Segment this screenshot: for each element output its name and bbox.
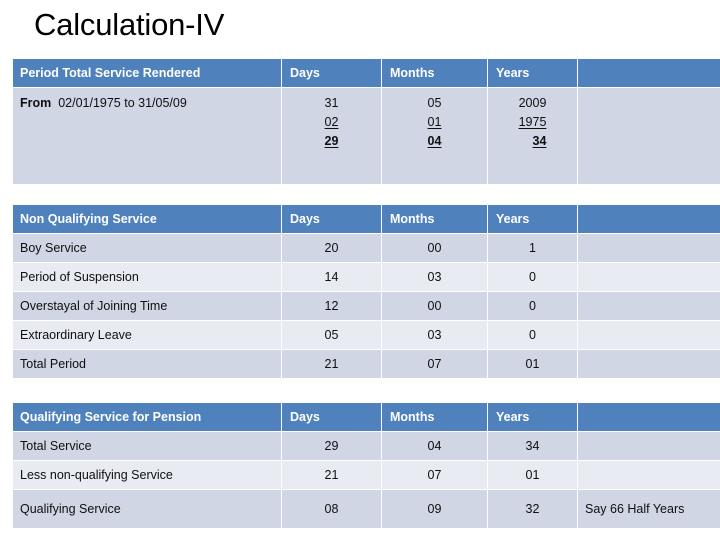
period-months-cell: 05 01 04: [382, 88, 487, 184]
period-months-stack: 05 01 04: [389, 88, 480, 151]
period-days-line2: 02: [324, 115, 339, 129]
row-days: 29: [282, 432, 381, 460]
row-years: 0: [488, 263, 577, 291]
table-row: Extraordinary Leave 05 03 0: [13, 321, 720, 349]
table-row: Total Service 29 04 34: [13, 432, 720, 460]
row-note: Say 66 Half Years: [578, 490, 720, 528]
header-days: Days: [282, 59, 381, 87]
row-months: 07: [382, 461, 487, 489]
header-qualifying-label: Qualifying Service for Pension: [13, 403, 281, 431]
period-years-line3: 34: [532, 134, 547, 148]
header-months: Months: [382, 403, 487, 431]
header-years: Years: [488, 403, 577, 431]
row-note: [578, 461, 720, 489]
row-days: 21: [282, 461, 381, 489]
table-header-row: Period Total Service Rendered Days Month…: [13, 59, 720, 87]
row-label: Extraordinary Leave: [13, 321, 281, 349]
row-years: 01: [488, 461, 577, 489]
row-years: 01: [488, 350, 577, 378]
header-years: Years: [488, 59, 577, 87]
table-header-row: Qualifying Service for Pension Days Mont…: [13, 403, 720, 431]
period-months-line2: 01: [427, 115, 442, 129]
table-row: Period of Suspension 14 03 0: [13, 263, 720, 291]
row-months: 07: [382, 350, 487, 378]
row-days: 08: [282, 490, 381, 528]
row-days: 05: [282, 321, 381, 349]
row-label: Total Period: [13, 350, 281, 378]
header-note: [578, 59, 720, 87]
table-period-total-service: Period Total Service Rendered Days Month…: [12, 58, 720, 185]
row-months: 03: [382, 263, 487, 291]
period-months-line3: 04: [427, 134, 442, 148]
table-row: Qualifying Service 08 09 32 Say 66 Half …: [13, 490, 720, 528]
row-months: 00: [382, 292, 487, 320]
row-days: 21: [282, 350, 381, 378]
header-note: [578, 403, 720, 431]
header-days: Days: [282, 403, 381, 431]
period-lead-label: From: [20, 96, 52, 110]
table-header-row: Non Qualifying Service Days Months Years: [13, 205, 720, 233]
row-note: [578, 350, 720, 378]
period-years-cell: 2009 1975 34: [488, 88, 577, 184]
period-months-line1: 05: [427, 96, 442, 110]
row-years: 0: [488, 292, 577, 320]
table-row: Total Period 21 07 01: [13, 350, 720, 378]
slide-canvas: Calculation-IV Period Total Service Rend…: [0, 0, 720, 540]
row-months: 09: [382, 490, 487, 528]
period-days-line3: 29: [324, 134, 339, 148]
row-label: Boy Service: [13, 234, 281, 262]
row-days: 20: [282, 234, 381, 262]
row-months: 00: [382, 234, 487, 262]
header-months: Months: [382, 205, 487, 233]
row-years: 32: [488, 490, 577, 528]
row-years: 1: [488, 234, 577, 262]
period-range-cell: From 02/01/1975 to 31/05/09: [13, 88, 281, 184]
period-days-line1: 31: [324, 96, 339, 110]
row-note: [578, 321, 720, 349]
header-months: Months: [382, 59, 487, 87]
header-note: [578, 205, 720, 233]
period-days-cell: 31 02 29: [282, 88, 381, 184]
table-row: Boy Service 20 00 1: [13, 234, 720, 262]
table-row: Less non-qualifying Service 21 07 01: [13, 461, 720, 489]
page-title: Calculation-IV: [34, 7, 225, 42]
row-label: Period of Suspension: [13, 263, 281, 291]
row-label: Less non-qualifying Service: [13, 461, 281, 489]
period-days-stack: 31 02 29: [289, 88, 374, 151]
row-note: [578, 292, 720, 320]
header-days: Days: [282, 205, 381, 233]
row-days: 14: [282, 263, 381, 291]
row-months: 03: [382, 321, 487, 349]
period-years-line1: 2009: [518, 96, 547, 110]
period-years-stack: 2009 1975 34: [495, 88, 570, 151]
row-months: 04: [382, 432, 487, 460]
row-note: [578, 432, 720, 460]
row-label: Qualifying Service: [13, 490, 281, 528]
table-qualifying-service-for-pension: Qualifying Service for Pension Days Mont…: [12, 402, 720, 529]
row-note: [578, 263, 720, 291]
table-row: From 02/01/1975 to 31/05/09 31 02 29 05 …: [13, 88, 720, 184]
row-years: 0: [488, 321, 577, 349]
header-period-label: Period Total Service Rendered: [13, 59, 281, 87]
row-label: Overstayal of Joining Time: [13, 292, 281, 320]
row-days: 12: [282, 292, 381, 320]
header-years: Years: [488, 205, 577, 233]
period-note-cell: [578, 88, 720, 184]
table-non-qualifying-service: Non Qualifying Service Days Months Years…: [12, 204, 720, 379]
header-non-qualifying-label: Non Qualifying Service: [13, 205, 281, 233]
period-range-text: 02/01/1975 to 31/05/09: [58, 96, 187, 110]
period-years-line2: 1975: [518, 115, 547, 129]
row-note: [578, 234, 720, 262]
table-row: Overstayal of Joining Time 12 00 0: [13, 292, 720, 320]
row-label: Total Service: [13, 432, 281, 460]
row-years: 34: [488, 432, 577, 460]
